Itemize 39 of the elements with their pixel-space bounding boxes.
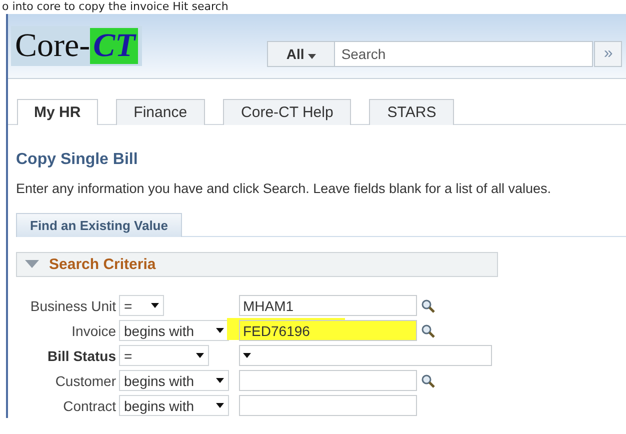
- collapse-triangle-icon[interactable]: [25, 260, 39, 269]
- value-field[interactable]: MHAM1: [239, 295, 417, 316]
- caret-icon: [216, 328, 224, 333]
- instructions-text: Enter any information you have and click Search. Leave fields blank for a list of all values.: [16, 181, 552, 196]
- value-field[interactable]: [239, 370, 417, 391]
- field-label: Customer: [54, 372, 117, 388]
- caret-icon: [243, 353, 251, 358]
- operator-dropdown[interactable]: =: [119, 345, 209, 366]
- caption-text: o into core to copy the invoice Hit search: [1, 0, 230, 14]
- search-icon[interactable]: [421, 324, 435, 338]
- search-icon[interactable]: [421, 374, 435, 388]
- field-label: Bill Status: [46, 348, 117, 364]
- nav-tab[interactable]: Core-CT Help: [223, 99, 352, 125]
- value-field[interactable]: FED76196: [239, 320, 417, 341]
- section-title: Search Criteria: [49, 256, 156, 273]
- operator-dropdown[interactable]: begins with: [119, 370, 229, 391]
- caret-icon: [216, 403, 224, 408]
- find-existing-value-tab[interactable]: Find an Existing Value: [16, 213, 182, 237]
- caret-icon: [308, 54, 316, 59]
- operator-dropdown[interactable]: begins with: [119, 320, 229, 341]
- page-title: Copy Single Bill: [16, 151, 139, 169]
- nav-tab[interactable]: STARS: [369, 99, 454, 125]
- search-field[interactable]: Search: [335, 41, 594, 67]
- caret-icon: [196, 353, 204, 358]
- field-label: Business Unit: [29, 298, 117, 314]
- search-scope-dropdown[interactable]: All: [267, 41, 336, 67]
- search-icon[interactable]: [421, 298, 435, 312]
- section-header[interactable]: Search Criteria: [16, 252, 498, 277]
- core-ct-logo[interactable]: Core-CT: [11, 26, 142, 66]
- nav-tab[interactable]: My HR: [17, 99, 98, 125]
- field-label: Contract: [62, 398, 117, 414]
- field-label: Invoice: [70, 322, 117, 338]
- value-field[interactable]: [239, 395, 417, 416]
- value-dropdown[interactable]: [239, 345, 492, 366]
- nav-tab[interactable]: Finance: [116, 99, 206, 125]
- caret-icon: [151, 303, 159, 308]
- operator-dropdown[interactable]: begins with: [119, 395, 229, 416]
- caret-icon: [216, 378, 224, 383]
- operator-dropdown[interactable]: =: [119, 295, 164, 316]
